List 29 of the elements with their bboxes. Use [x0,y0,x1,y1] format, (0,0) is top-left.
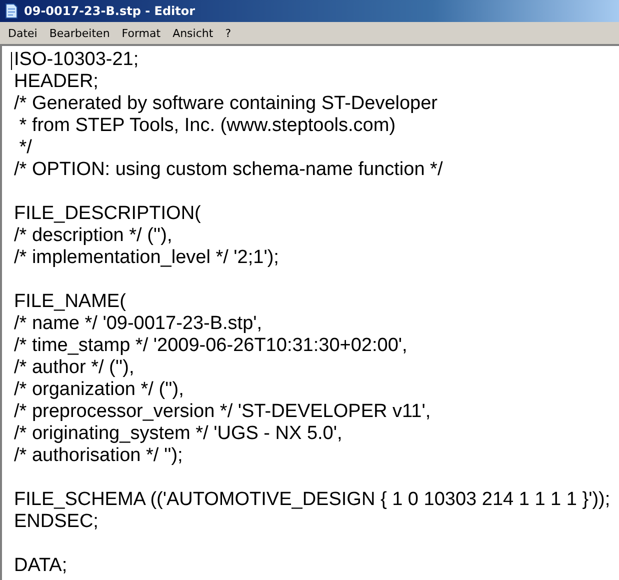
menu-item[interactable]: Datei [2,26,44,40]
code-line: FILE_SCHEMA (('AUTOMOTIVE_DESIGN { 1 0 10303 214 1 1 1 1 }')); [14,489,610,511]
menu-item[interactable]: Bearbeiten [43,26,116,40]
code-line: /* implementation_level */ '2;1'); [14,247,279,269]
code-line: /* organization */ (''), [14,379,184,401]
code-line: */ [18,137,32,159]
code-line: DATA; [14,555,68,577]
menu-item[interactable]: ? [219,26,238,40]
code-line: /* preprocessor_version */ 'ST-DEVELOPER v11', [14,401,431,423]
window-title: 09-0017-23-B.stp - Editor [24,4,196,18]
text-cursor [11,52,12,70]
code-line: /* originating_system */ 'UGS - NX 5.0', [14,423,342,445]
code-line: /* time_stamp */ '2009-06-26T10:31:30+02:00', [14,335,408,357]
notepad-icon [4,3,18,19]
code-line: HEADER; [14,71,98,93]
code-line: * from STEP Tools, Inc. (www.steptools.com) [18,115,396,137]
code-line: FILE_NAME( [14,291,126,313]
code-line: /* name */ '09-0017-23-B.stp', [14,313,262,335]
code-line: ENDSEC; [14,511,98,533]
code-line: ISO-10303-21; [14,49,139,71]
code-line: /* description */ (''), [14,225,172,247]
code-line: /* Generated by software containing ST-Developer [14,93,438,115]
code-line: FILE_DESCRIPTION( [14,203,201,225]
menu-item[interactable]: Format [116,26,167,40]
menu-item[interactable]: Ansicht [166,26,220,40]
code-line: /* author */ (''), [14,357,134,379]
text-area[interactable] [0,44,619,580]
code-line: /* authorisation */ ''); [14,445,183,467]
code-line: /* OPTION: using custom schema-name function */ [14,159,443,181]
